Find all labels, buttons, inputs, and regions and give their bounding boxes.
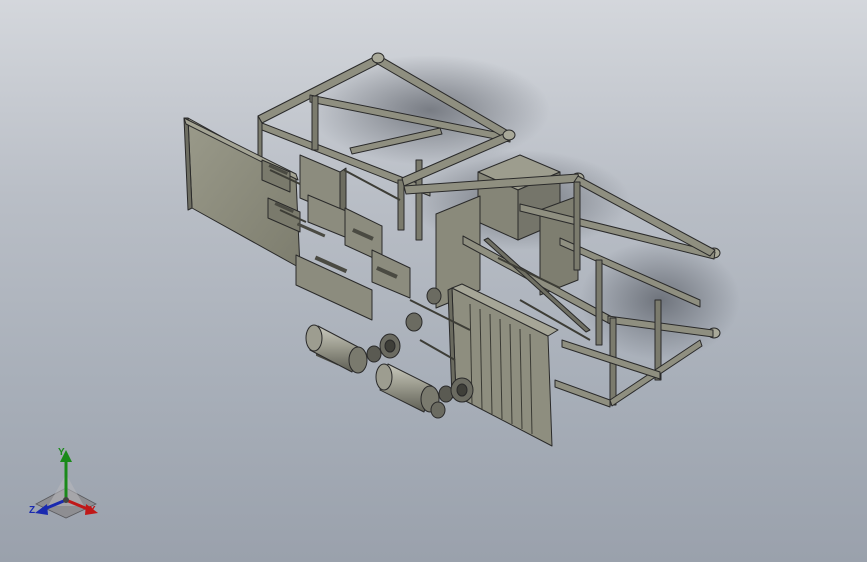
cylinder-upper [305, 324, 382, 374]
z-axis-label: Z [29, 505, 36, 516]
left-flap-panel [183, 117, 301, 269]
graphics-viewport[interactable]: Y X Z [0, 0, 867, 562]
machine-assembly-model[interactable] [0, 0, 867, 562]
x-axis-label: X [89, 505, 96, 516]
front-door-panel [447, 283, 559, 447]
y-axis-label: Y [58, 447, 65, 458]
